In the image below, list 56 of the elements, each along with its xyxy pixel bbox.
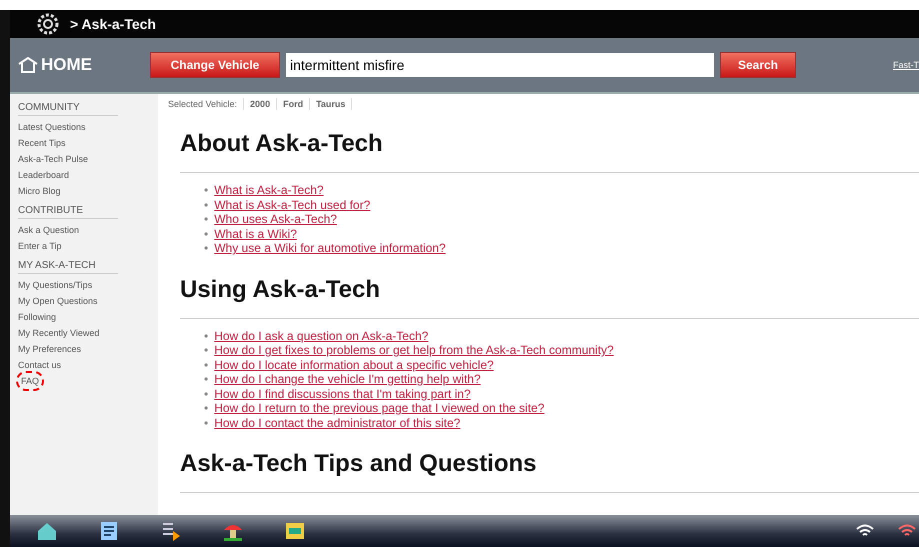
sidebar-item[interactable]: My Recently Viewed	[18, 325, 100, 341]
selected-vehicle-label: Selected Vehicle:	[168, 99, 238, 109]
search-field[interactable]: intermittent misfire	[286, 53, 714, 77]
bullet: •	[204, 401, 208, 416]
section-heading: Using Ask-a-Tech	[180, 276, 919, 318]
vehicle-detail: 2000	[250, 99, 270, 109]
faq-link[interactable]: What is Ask-a-Tech used for?	[214, 198, 370, 212]
faq-link[interactable]: What is Ask-a-Tech?	[214, 183, 324, 198]
faq-link[interactable]: How do I ask a question on Ask-a-Tech?	[214, 328, 428, 343]
sidebar-item[interactable]: Leaderboard	[18, 167, 70, 183]
bullet: •	[204, 198, 208, 212]
sidebar-item[interactable]: Recent Tips	[18, 135, 66, 151]
sidebar-item[interactable]: My Preferences	[18, 341, 82, 357]
bullet: •	[204, 183, 208, 198]
faq-link[interactable]: How do I change the vehicle I'm getting help with?	[214, 372, 481, 386]
home-button[interactable]: HOME	[10, 54, 150, 76]
bullet: •	[204, 343, 208, 358]
window-title: > Ask-a-Tech	[70, 16, 156, 32]
sidebar-item[interactable]: Micro Blog	[18, 183, 61, 199]
sidebar-item[interactable]: Following	[18, 309, 56, 325]
home-icon	[18, 57, 38, 73]
sidebar-heading: COMMUNITY	[18, 102, 118, 116]
gear-icon[interactable]	[36, 12, 60, 36]
search-button[interactable]: Search	[720, 52, 796, 78]
sidebar-item[interactable]: Ask a Question	[18, 222, 80, 238]
faq-link[interactable]: How do I get fixes to problems or get help from the Ask-a-Tech community?	[214, 343, 614, 358]
faq-link[interactable]: Why use a Wiki for automotive information?	[214, 241, 446, 256]
sidebar-heading: CONTRIBUTE	[18, 205, 118, 219]
sidebar-heading: MY ASK-A-TECH	[18, 260, 118, 274]
faq-link[interactable]: How do I find discussions that I'm taking part in?	[214, 386, 471, 401]
bullet: •	[204, 226, 208, 241]
section-heading: About Ask-a-Tech	[180, 130, 919, 173]
bullet: •	[204, 416, 208, 430]
sidebar-item[interactable]: Contact us	[18, 357, 62, 373]
change-vehicle-button[interactable]: Change Vehicle	[150, 52, 280, 78]
vehicle-detail: Ford	[283, 99, 304, 109]
faq-link[interactable]: How do I locate information about a specific vehicle?	[214, 358, 494, 372]
faq-link[interactable]: How do I return to the previous page that I viewed on the site?	[214, 401, 544, 416]
header-link[interactable]: Fast-T	[893, 60, 919, 70]
faq-link[interactable]: Who uses Ask-a-Tech?	[214, 212, 337, 226]
sidebar-item[interactable]: Ask-a-Tech Pulse	[18, 151, 88, 167]
sidebar-item[interactable]: My Open Questions	[18, 293, 98, 309]
bullet: •	[204, 241, 208, 256]
sidebar-item[interactable]: Enter a Tip	[18, 238, 62, 254]
sidebar-item[interactable]: My Questions/Tips	[18, 277, 92, 293]
bullet: •	[204, 328, 208, 343]
bullet: •	[204, 358, 208, 372]
faq-link[interactable]: How do I contact the administrator of this site?	[214, 416, 460, 430]
bullet: •	[204, 212, 208, 226]
bullet: •	[204, 386, 208, 401]
faq-link[interactable]: What is a Wiki?	[214, 226, 297, 241]
section-heading: Ask-a-Tech Tips and Questions	[180, 450, 919, 493]
bullet: •	[204, 372, 208, 386]
vehicle-detail: Taurus	[316, 99, 346, 109]
sidebar-item[interactable]: FAQ	[18, 373, 42, 389]
sidebar-item[interactable]: Latest Questions	[18, 119, 86, 135]
